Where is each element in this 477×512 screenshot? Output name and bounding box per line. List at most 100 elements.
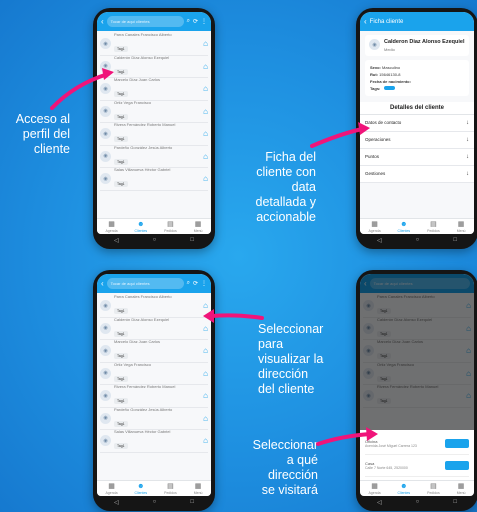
- nav-agenda[interactable]: ▦ Agenda: [105, 221, 117, 233]
- more-icon[interactable]: ⋮: [201, 280, 207, 287]
- home-icon[interactable]: ⌂: [203, 39, 208, 48]
- nav-clients[interactable]: ☻ Clientes: [398, 221, 411, 233]
- home-nav-icon[interactable]: ○: [416, 237, 420, 243]
- search-input[interactable]: Tocar de aquí clientes: [106, 278, 184, 289]
- search-input[interactable]: Tocar de aquí clientes: [106, 16, 184, 27]
- home-icon[interactable]: ⌂: [203, 369, 208, 378]
- section-points[interactable]: Puntos ↓: [360, 148, 474, 166]
- list-item[interactable]: ◉ Rivera Fernández Roberto Manuel Tag1 ⌂: [100, 384, 208, 408]
- home-icon[interactable]: ⌂: [203, 129, 208, 138]
- nav-orders[interactable]: ▤ Pedidos: [427, 483, 440, 495]
- nav-agenda[interactable]: ▦ Agenda: [368, 483, 380, 495]
- people-icon: ☻: [400, 220, 408, 228]
- list-item[interactable]: ◉ Salas Villanueva Héctor Gabriel Tag1 ⌂: [100, 429, 208, 453]
- more-icon[interactable]: ⋮: [201, 18, 207, 25]
- select-address-button[interactable]: [445, 439, 469, 448]
- recents-nav-icon[interactable]: □: [190, 499, 194, 505]
- search-icon[interactable]: ⌕: [187, 280, 190, 287]
- home-icon[interactable]: ⌂: [203, 152, 208, 161]
- list-item[interactable]: ◉ Calderón Díaz Alonso Ezequiel Tag1 ⌂: [100, 54, 208, 78]
- sex-label: Sexo:: [370, 64, 381, 70]
- arrow-down-icon: ↓: [466, 170, 469, 177]
- sync-icon[interactable]: ⟳: [193, 280, 198, 287]
- list-item[interactable]: ◉ Parra Canales Francisco Alberto Tag1 ⌂: [100, 294, 208, 318]
- home-icon[interactable]: ⌂: [203, 107, 208, 116]
- profile-card: ◉ Calderon Diaz Alonso Ezequiel Medio: [365, 35, 469, 56]
- people-icon: ☻: [137, 220, 145, 228]
- list-item[interactable]: ◉ Parra Canales Francisco Alberto Tag1 ⌂: [100, 32, 208, 56]
- select-address-button[interactable]: [445, 461, 469, 470]
- list-item[interactable]: ◉ Calderón Díaz Alonso Ezequiel Tag1 ⌂: [100, 316, 208, 340]
- section-operations[interactable]: Operaciones ↓: [360, 131, 474, 149]
- phone-client-list-address: ‹ Tocar de aquí clientes ⌕ ⟳ ⋮ ◉ Parra Ca…: [93, 270, 215, 511]
- nav-menu[interactable]: ▦ Menú: [194, 483, 203, 495]
- home-icon[interactable]: ⌂: [203, 414, 208, 423]
- home-icon[interactable]: ⌂: [203, 391, 208, 400]
- nav-orders[interactable]: ▤ Pedidos: [427, 221, 440, 233]
- nav-menu[interactable]: ▦ Menú: [194, 221, 203, 233]
- nav-label: Clientes: [397, 228, 411, 233]
- nav-label: Agenda: [368, 490, 381, 495]
- address-option-home[interactable]: Casa Calle 7 Norte 645, 2520000: [365, 455, 469, 477]
- address-option-office[interactable]: Oficina Avenida José Miguel Carrera 123: [365, 433, 469, 455]
- nav-clients[interactable]: ☻ Clientes: [398, 483, 411, 495]
- list-item[interactable]: ◉ Ortiz Vega Francisco Tag1 ⌂: [100, 362, 208, 385]
- list-item[interactable]: ◉ Pardeño González Jesús Alberto Tag1 ⌂: [100, 144, 208, 168]
- client-list-screen: ‹ Tocar de aquí clientes ⌕ ⟳ ⋮ ◉ Parra Ca…: [97, 274, 211, 496]
- nav-orders[interactable]: ▤ Pedidos: [164, 221, 177, 233]
- back-nav-icon[interactable]: ◁: [377, 237, 382, 244]
- section-contact[interactable]: Datos de contacto ↓: [360, 114, 474, 132]
- tag-pill: [384, 86, 396, 90]
- back-icon[interactable]: ‹: [364, 17, 367, 26]
- car-icon: ◉: [100, 390, 111, 402]
- list-item[interactable]: ◉ Marcelo Díaz Juan Carlos Tag1 ⌂: [100, 77, 208, 101]
- recents-nav-icon[interactable]: □: [453, 237, 457, 243]
- nav-label: Agenda: [105, 490, 118, 495]
- back-nav-icon[interactable]: ◁: [377, 499, 382, 506]
- section-tasks[interactable]: Gestiones ↓: [360, 165, 474, 183]
- client-detail-screen: ‹ Ficha cliente ◉ Calderon Diaz Alonso E…: [360, 12, 474, 234]
- nav-clients[interactable]: ☻ Clientes: [135, 483, 148, 495]
- home-icon[interactable]: ⌂: [203, 174, 208, 183]
- nav-clients[interactable]: ☻ Clientes: [135, 221, 148, 233]
- nav-label: Menú: [193, 228, 203, 233]
- recents-nav-icon[interactable]: □: [453, 499, 457, 505]
- list-item[interactable]: ◉ Ortiz Vega Francisco Tag1 ⌂: [100, 100, 208, 123]
- home-icon[interactable]: ⌂: [203, 324, 208, 333]
- bottom-nav: ▦ Agenda ☻ Clientes ▤ Pedidos ▦ Menú: [360, 480, 474, 496]
- nav-menu[interactable]: ▦ Menú: [457, 221, 466, 233]
- home-icon[interactable]: ⌂: [203, 301, 208, 310]
- home-nav-icon[interactable]: ○: [153, 499, 157, 505]
- nav-orders[interactable]: ▤ Pedidos: [164, 483, 177, 495]
- nav-agenda[interactable]: ▦ Agenda: [105, 483, 117, 495]
- home-icon[interactable]: ⌂: [203, 436, 208, 445]
- list-item[interactable]: ◉ Salas Villanueva Héctor Gabriel Tag1 ⌂: [100, 167, 208, 191]
- home-nav-icon[interactable]: ○: [416, 499, 420, 505]
- list-item[interactable]: ◉ Pardeño González Jesús Alberto Tag1 ⌂: [100, 407, 208, 430]
- nav-label: Agenda: [105, 228, 118, 233]
- home-icon[interactable]: ⌂: [203, 62, 208, 71]
- back-nav-icon[interactable]: ◁: [114, 499, 119, 506]
- trash-icon: ▤: [430, 482, 437, 490]
- top-bar: ‹ Tocar de aquí clientes ⌕ ⟳ ⋮: [97, 274, 211, 293]
- nav-label: Clientes: [134, 228, 148, 233]
- sync-icon[interactable]: ⟳: [193, 18, 198, 25]
- back-nav-icon[interactable]: ◁: [114, 237, 119, 244]
- trash-icon: ▤: [167, 482, 174, 490]
- search-icon[interactable]: ⌕: [187, 18, 190, 25]
- back-icon[interactable]: ‹: [101, 17, 104, 26]
- client-name: Calderón Díaz Alonso Ezequiel: [114, 316, 170, 322]
- recents-nav-icon[interactable]: □: [190, 237, 194, 243]
- client-name: Calderón Díaz Alonso Ezequiel: [114, 54, 170, 60]
- home-icon[interactable]: ⌂: [203, 84, 208, 93]
- client-tag: Tag1: [114, 113, 128, 120]
- client-name: Pardeño González Jesús Alberto: [114, 144, 173, 150]
- home-nav-icon[interactable]: ○: [153, 237, 157, 243]
- nav-menu[interactable]: ▦ Menú: [457, 483, 466, 495]
- nav-agenda[interactable]: ▦ Agenda: [368, 221, 380, 233]
- home-icon[interactable]: ⌂: [203, 346, 208, 355]
- back-icon[interactable]: ‹: [101, 279, 104, 288]
- grid-icon: ▦: [457, 220, 465, 228]
- list-item[interactable]: ◉ Marcelo Díaz Juan Carlos Tag1 ⌂: [100, 339, 208, 363]
- list-item[interactable]: ◉ Rivera Fernández Roberto Manuel Tag1 ⌂: [100, 122, 208, 146]
